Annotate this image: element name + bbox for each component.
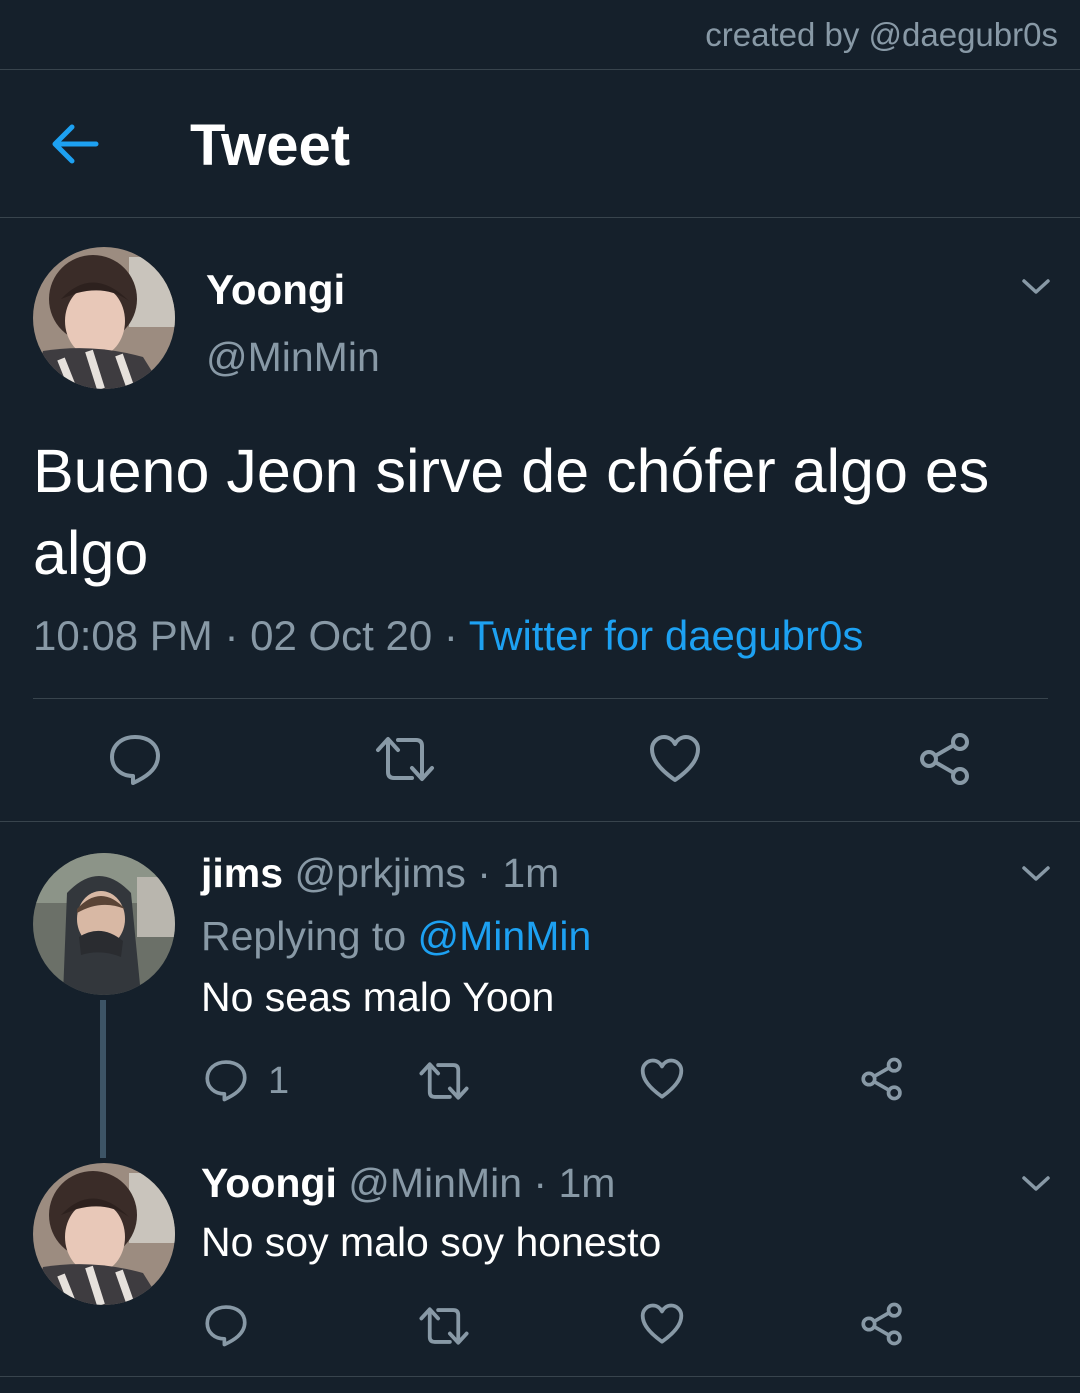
watermark-credit: created by @daegubr0s — [705, 16, 1058, 53]
share-icon[interactable] — [860, 1057, 904, 1101]
reply-icon[interactable] — [204, 1303, 248, 1347]
tweet-source-link[interactable]: Twitter for daegubr0s — [469, 612, 864, 659]
divider — [0, 69, 1080, 70]
reply-author-name[interactable]: jims — [201, 850, 283, 896]
reply-author-name[interactable]: Yoongi — [201, 1160, 337, 1206]
like-icon[interactable] — [649, 734, 701, 784]
replying-to: Replying to @MinMin — [201, 913, 591, 960]
tweet-meta: 10:08 PM · 02 Oct 20 · Twitter for daegu… — [33, 612, 863, 660]
tweet-date: 02 Oct 20 — [250, 612, 433, 659]
reply-text: No seas malo Yoon — [201, 974, 555, 1020]
reply-author-handle[interactable]: @MinMin — [348, 1160, 522, 1206]
share-icon[interactable] — [860, 1302, 904, 1346]
reply-icon[interactable] — [108, 732, 162, 786]
meta-separator: · — [465, 850, 503, 896]
like-icon[interactable] — [640, 1058, 684, 1100]
like-icon[interactable] — [640, 1303, 684, 1345]
meta-separator: · — [212, 612, 251, 659]
chevron-down-icon[interactable] — [1021, 864, 1051, 884]
divider — [0, 821, 1080, 822]
avatar[interactable] — [33, 853, 175, 995]
replying-to-link[interactable]: @MinMin — [418, 913, 592, 959]
divider — [0, 1376, 1080, 1377]
tweet-time: 10:08 PM — [33, 612, 213, 659]
chevron-down-icon[interactable] — [1021, 1174, 1051, 1194]
chevron-down-icon[interactable] — [1021, 277, 1051, 297]
retweet-icon[interactable] — [418, 1060, 470, 1102]
author-name[interactable]: Yoongi — [206, 266, 345, 314]
meta-separator: · — [432, 612, 469, 659]
reply-header: jims @prkjims · 1m — [201, 850, 559, 897]
replying-to-label: Replying to — [201, 913, 407, 959]
retweet-icon[interactable] — [418, 1305, 470, 1347]
reply-icon[interactable] — [204, 1058, 248, 1102]
tweet-text: Bueno Jeon sirve de chófer algo es algo — [33, 437, 990, 587]
reply-count: 1 — [268, 1060, 290, 1102]
reply-text: No soy malo soy honesto — [201, 1219, 662, 1265]
avatar[interactable] — [33, 1163, 175, 1305]
meta-separator: · — [522, 1160, 559, 1206]
retweet-icon[interactable] — [374, 734, 436, 784]
thread-line — [100, 1000, 106, 1158]
avatar[interactable] — [33, 247, 175, 389]
divider — [33, 698, 1048, 699]
share-icon[interactable] — [918, 732, 972, 786]
reply-age: 1m — [558, 1160, 616, 1206]
reply-header: Yoongi @MinMin · 1m — [201, 1160, 615, 1207]
arrow-left-icon[interactable] — [48, 118, 100, 170]
author-handle[interactable]: @MinMin — [206, 334, 380, 381]
reply-author-handle[interactable]: @prkjims — [294, 850, 465, 896]
divider — [0, 217, 1080, 218]
reply-age: 1m — [502, 850, 560, 896]
page-title: Tweet — [190, 113, 351, 178]
